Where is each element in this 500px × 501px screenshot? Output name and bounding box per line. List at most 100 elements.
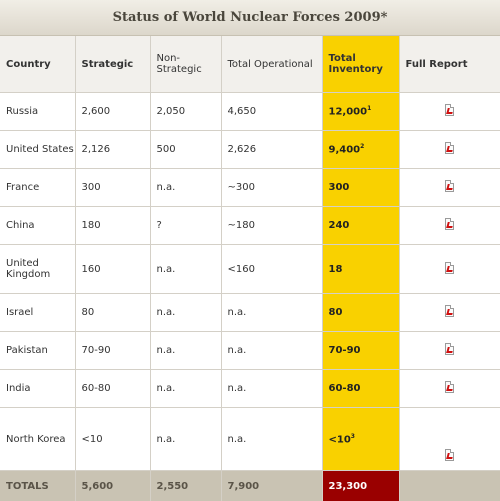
strategic-cell: <10	[75, 408, 150, 471]
strategic-cell: 2,126	[75, 131, 150, 169]
nuclear-forces-panel: Status of World Nuclear Forces 2009* Cou…	[0, 0, 500, 439]
table-row: United States2,1265002,6269,4002	[0, 131, 500, 169]
strategic-cell: 160	[75, 245, 150, 294]
total-operational-cell: 2,626	[221, 131, 322, 169]
country-cell: United Kingdom	[0, 245, 75, 294]
totals-total-operational: 7,900	[221, 471, 322, 501]
non-strategic-cell: 500	[150, 131, 221, 169]
non-strategic-cell: n.a.	[150, 408, 221, 471]
total-inventory-value: 300	[329, 182, 350, 193]
non-strategic-cell: n.a.	[150, 370, 221, 408]
total-inventory-value: 60-80	[329, 383, 361, 394]
total-inventory-value: 9,400	[329, 145, 361, 156]
table-row: United Kingdom160n.a.<160 18	[0, 245, 500, 294]
nuclear-forces-table: Country Strategic Non-Strategic Total Op…	[0, 36, 500, 501]
pdf-document-icon[interactable]	[445, 343, 454, 355]
non-strategic-cell: 2,050	[150, 93, 221, 131]
totals-label: TOTALS	[0, 471, 75, 501]
table-title: Status of World Nuclear Forces 2009*	[0, 0, 500, 36]
header-total-inventory: Total Inventory	[322, 36, 399, 93]
header-strategic: Strategic	[75, 36, 150, 93]
header-country: Country	[0, 36, 75, 93]
total-operational-cell: <160	[221, 245, 322, 294]
total-operational-cell: n.a.	[221, 408, 322, 471]
pdf-document-icon[interactable]	[445, 104, 454, 116]
header-total-operational: Total Operational	[221, 36, 322, 93]
pdf-document-icon[interactable]	[445, 142, 454, 154]
total-inventory-cell: <103	[322, 408, 399, 471]
total-inventory-cell: 18	[322, 245, 399, 294]
full-report-cell	[399, 131, 500, 169]
full-report-cell	[399, 245, 500, 294]
strategic-cell: 80	[75, 294, 150, 332]
total-inventory-cell: 60-80	[322, 370, 399, 408]
total-inventory-cell: 9,4002	[322, 131, 399, 169]
country-cell: Pakistan	[0, 332, 75, 370]
strategic-cell: 2,600	[75, 93, 150, 131]
total-inventory-cell: 240	[322, 207, 399, 245]
total-inventory-value: 18	[329, 264, 343, 275]
non-strategic-cell: ?	[150, 207, 221, 245]
full-report-cell	[399, 294, 500, 332]
header-non-strategic: Non-Strategic	[150, 36, 221, 93]
country-cell: United States	[0, 131, 75, 169]
country-cell: France	[0, 169, 75, 207]
total-inventory-value: 240	[329, 220, 350, 231]
total-operational-cell: ~180	[221, 207, 322, 245]
pdf-document-icon[interactable]	[445, 262, 454, 274]
table-row: Israel80n.a.n.a.80	[0, 294, 500, 332]
full-report-cell	[399, 207, 500, 245]
non-strategic-cell: n.a.	[150, 294, 221, 332]
country-cell: North Korea	[0, 408, 75, 471]
strategic-cell: 180	[75, 207, 150, 245]
strategic-cell: 70-90	[75, 332, 150, 370]
totals-row: TOTALS 5,600 2,550 7,900 23,300	[0, 471, 500, 501]
totals-strategic: 5,600	[75, 471, 150, 501]
total-operational-cell: n.a.	[221, 370, 322, 408]
country-cell: Israel	[0, 294, 75, 332]
table-row: North Korea<10n.a.n.a.<103	[0, 408, 500, 471]
total-inventory-value: 70-90	[329, 345, 361, 356]
country-cell: Russia	[0, 93, 75, 131]
full-report-cell	[399, 332, 500, 370]
total-inventory-cell: 70-90	[322, 332, 399, 370]
non-strategic-cell: n.a.	[150, 332, 221, 370]
total-operational-cell: ~300	[221, 169, 322, 207]
total-operational-cell: n.a.	[221, 294, 322, 332]
country-cell: China	[0, 207, 75, 245]
total-inventory-cell: 12,0001	[322, 93, 399, 131]
totals-non-strategic: 2,550	[150, 471, 221, 501]
full-report-cell	[399, 93, 500, 131]
total-operational-cell: 4,650	[221, 93, 322, 131]
total-inventory-value: <10	[329, 434, 351, 445]
strategic-cell: 300	[75, 169, 150, 207]
strategic-cell: 60-80	[75, 370, 150, 408]
pdf-document-icon[interactable]	[445, 381, 454, 393]
pdf-document-icon[interactable]	[445, 180, 454, 192]
table-row: Russia2,6002,0504,65012,0001	[0, 93, 500, 131]
non-strategic-cell: n.a.	[150, 245, 221, 294]
full-report-cell	[399, 370, 500, 408]
pdf-document-icon[interactable]	[445, 305, 454, 317]
header-full-report: Full Report	[399, 36, 500, 93]
country-cell: India	[0, 370, 75, 408]
table-row: India60-80n.a.n.a.60-80	[0, 370, 500, 408]
totals-empty-cell	[399, 471, 500, 501]
full-report-cell	[399, 169, 500, 207]
non-strategic-cell: n.a.	[150, 169, 221, 207]
totals-total-inventory: 23,300	[322, 471, 399, 501]
table-row: Pakistan70-90n.a.n.a.70-90	[0, 332, 500, 370]
table-row: France300n.a.~300300	[0, 169, 500, 207]
header-row: Country Strategic Non-Strategic Total Op…	[0, 36, 500, 93]
total-inventory-cell: 300	[322, 169, 399, 207]
total-inventory-value: 80	[329, 307, 343, 318]
pdf-document-icon[interactable]	[445, 218, 454, 230]
full-report-cell	[399, 408, 500, 471]
total-inventory-value: 12,000	[329, 107, 368, 118]
total-inventory-cell: 80	[322, 294, 399, 332]
footnote-marker[interactable]: 2	[360, 143, 364, 150]
pdf-document-icon[interactable]	[445, 449, 454, 461]
total-operational-cell: n.a.	[221, 332, 322, 370]
footnote-marker[interactable]: 1	[367, 105, 371, 112]
table-row: China180?~180 240	[0, 207, 500, 245]
